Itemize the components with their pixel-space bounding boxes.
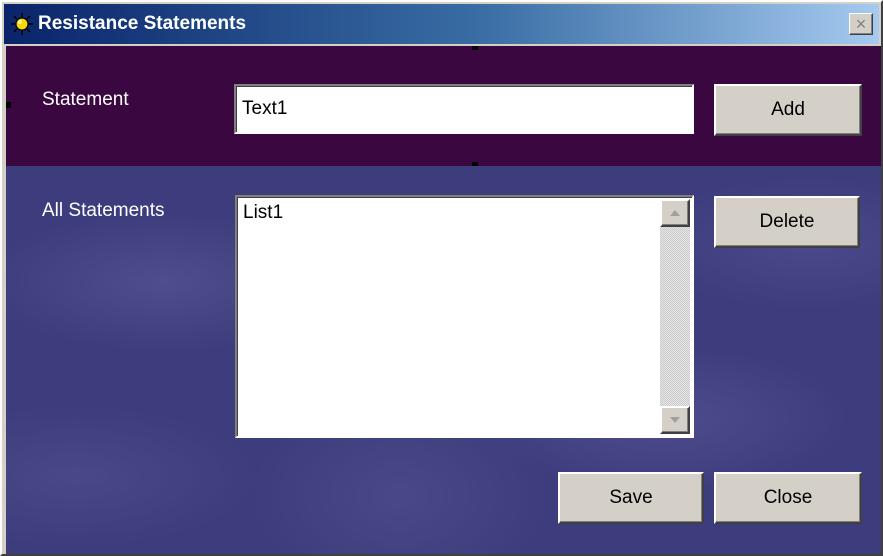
add-button-label: Add: [771, 99, 805, 120]
close-button[interactable]: Close: [714, 472, 862, 524]
list-item[interactable]: List1: [237, 197, 692, 229]
statements-list: List1: [237, 197, 692, 229]
dialog-window: Resistance Statements × Statement Add Al…: [0, 0, 883, 556]
scroll-down-button[interactable]: [660, 406, 690, 434]
dialog-client-area: Statement Add All Statements List1: [6, 46, 881, 554]
save-button[interactable]: Save: [558, 472, 704, 524]
delete-button[interactable]: Delete: [714, 196, 860, 248]
all-statements-panel: All Statements List1 Delete Save Close: [6, 166, 881, 554]
add-button[interactable]: Add: [714, 84, 862, 136]
statement-input-frame: [234, 84, 694, 134]
all-statements-label: All Statements: [42, 200, 165, 221]
arrow-up-icon: [669, 204, 681, 222]
sun-icon: [10, 12, 34, 36]
title-bar[interactable]: Resistance Statements ×: [4, 4, 879, 44]
statement-input[interactable]: [236, 86, 692, 132]
selection-handle: [472, 46, 478, 50]
window-title: Resistance Statements: [38, 13, 247, 34]
statements-listbox[interactable]: List1: [235, 195, 694, 438]
title-close-button[interactable]: ×: [849, 13, 873, 35]
save-button-label: Save: [609, 487, 653, 508]
close-icon: ×: [855, 14, 867, 34]
statement-label: Statement: [42, 89, 129, 110]
delete-button-label: Delete: [759, 211, 815, 232]
scroll-up-button[interactable]: [660, 199, 690, 227]
close-button-label: Close: [763, 487, 813, 508]
list-scrollbar[interactable]: [660, 199, 690, 434]
arrow-down-icon: [669, 411, 681, 429]
statement-panel: Statement Add: [6, 46, 881, 168]
selection-handle: [6, 102, 11, 108]
